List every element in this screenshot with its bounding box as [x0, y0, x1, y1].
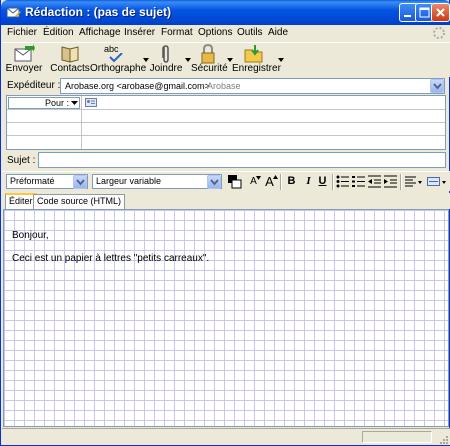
chevron-down-icon — [210, 179, 219, 186]
chevron-down-icon — [76, 179, 85, 186]
recipient-row-divider — [7, 109, 445, 110]
larger-font-button[interactable]: A — [262, 174, 278, 189]
window-title: Rédaction : (pas de sujet) — [25, 5, 172, 19]
subject-label: Sujet : — [7, 155, 36, 166]
chevron-down-icon — [71, 101, 78, 105]
paperclip-icon — [162, 45, 169, 63]
menu-affichage[interactable]: Affichage — [79, 27, 121, 38]
outdent-icon — [368, 175, 381, 188]
font-select[interactable]: Largeur variable — [92, 174, 222, 189]
body-line: Ceci est un papier à lettres "petits car… — [12, 253, 210, 264]
menu-edition[interactable]: Édition — [43, 27, 74, 38]
status-bar — [2, 428, 450, 445]
chevron-down-icon — [433, 83, 442, 90]
bullet-list-button[interactable] — [335, 174, 350, 189]
menu-format[interactable]: Format — [161, 27, 193, 38]
spelling-icon: abc — [104, 44, 126, 64]
title-bar[interactable]: Rédaction : (pas de sujet) — [1, 0, 450, 25]
underline-button[interactable]: U — [315, 174, 330, 189]
arrow-up-icon — [273, 175, 278, 179]
status-panel — [362, 431, 432, 443]
menu-bar: Fichier Édition Affichage Insérer Format… — [2, 25, 450, 42]
paragraph-style-select[interactable]: Préformaté — [6, 174, 88, 189]
indent-button[interactable] — [383, 174, 398, 189]
security-button[interactable]: Sécurité — [191, 43, 228, 77]
throbber-icon — [433, 27, 445, 39]
recipient-row-divider — [7, 135, 445, 136]
indent-icon — [384, 175, 397, 188]
separator — [332, 174, 334, 190]
paragraph-style-value: Préformaté — [10, 176, 55, 186]
numbered-list-button[interactable] — [351, 174, 366, 189]
insert-object-button[interactable] — [426, 174, 448, 189]
lock-icon — [201, 44, 215, 64]
tab-html-source[interactable]: Code source (HTML) — [33, 194, 126, 209]
contacts-button[interactable]: Contacts — [50, 43, 90, 77]
format-toolbar: Préformaté Largeur variable A A B I U — [2, 171, 450, 191]
bullet-list-icon — [336, 175, 349, 188]
sender-value: Arobase.org <arobase@gmail.com> — [65, 81, 210, 91]
spelling-label: Orthographe — [90, 63, 147, 74]
separator — [400, 174, 402, 190]
align-button[interactable] — [404, 174, 424, 189]
menu-aide[interactable]: Aide — [268, 27, 288, 38]
save-button[interactable]: Enregistrer — [232, 43, 281, 77]
body-line: Bonjour, — [12, 230, 49, 241]
compose-window: Rédaction : (pas de sujet) Fichier Éditi… — [0, 0, 450, 446]
italic-button[interactable]: I — [301, 174, 316, 189]
resize-grip-icon[interactable] — [438, 434, 448, 444]
arrow-down-icon — [256, 176, 261, 180]
recipient-row-divider — [7, 122, 445, 123]
security-label: Sécurité — [191, 63, 228, 74]
font-value: Largeur variable — [96, 176, 162, 186]
paragraph-style-dropdown-button[interactable] — [73, 175, 87, 189]
menu-fichier[interactable]: Fichier — [7, 27, 37, 38]
close-icon — [436, 8, 445, 17]
spelling-button[interactable]: abc Orthographe — [90, 43, 147, 77]
smaller-font-button[interactable]: A — [246, 174, 261, 189]
sender-dropdown-button[interactable] — [430, 79, 444, 93]
menu-outils[interactable]: Outils — [237, 27, 263, 38]
align-left-icon — [405, 176, 422, 187]
save-icon — [244, 45, 263, 63]
outdent-button[interactable] — [367, 174, 382, 189]
editor-tabs: Éditer Code source (HTML) — [2, 193, 450, 209]
save-dropdown-icon[interactable] — [278, 58, 284, 62]
compose-app-icon — [6, 7, 21, 18]
sender-row: Expéditeur : Arobase.org <arobase@gmail.… — [2, 78, 450, 95]
tab-edit[interactable]: Éditer — [5, 193, 37, 209]
font-dropdown-button[interactable] — [207, 175, 221, 189]
send-label: Envoyer — [5, 63, 43, 74]
recipient-type-select[interactable]: Pour : — [8, 97, 80, 109]
compose-toolbar: Envoyer Contacts abc Orthographe Joindre — [2, 42, 450, 77]
send-icon — [14, 44, 35, 62]
sender-label: Expéditeur : — [7, 80, 61, 91]
send-button[interactable]: Envoyer — [4, 43, 44, 77]
attach-label: Joindre — [149, 63, 183, 74]
sender-select[interactable]: Arobase.org <arobase@gmail.com> - Arobas… — [60, 78, 445, 94]
close-button[interactable] — [431, 3, 450, 22]
bold-button[interactable]: B — [284, 174, 299, 189]
contacts-label: Contacts — [50, 63, 90, 74]
subject-input[interactable] — [38, 152, 446, 168]
subject-row: Sujet : — [2, 152, 450, 169]
menu-options[interactable]: Options — [198, 27, 232, 38]
separator — [280, 174, 282, 190]
contacts-icon — [61, 46, 79, 63]
address-card-icon — [85, 98, 97, 107]
sender-account: - Arobase — [202, 81, 241, 91]
numbered-list-icon — [352, 176, 365, 187]
recipients-list: Pour : — [6, 95, 446, 150]
attach-button[interactable]: Joindre — [149, 43, 183, 77]
recipient-type-label: Pour : — [44, 98, 69, 108]
text-color-icon — [228, 175, 242, 189]
menu-inserer[interactable]: Insérer — [124, 27, 155, 38]
message-body-editor[interactable]: Bonjour, Ceci est un papier à lettres "p… — [3, 209, 449, 427]
text-color-button[interactable] — [227, 174, 242, 189]
insert-object-icon — [427, 177, 446, 186]
save-label: Enregistrer — [232, 63, 281, 74]
